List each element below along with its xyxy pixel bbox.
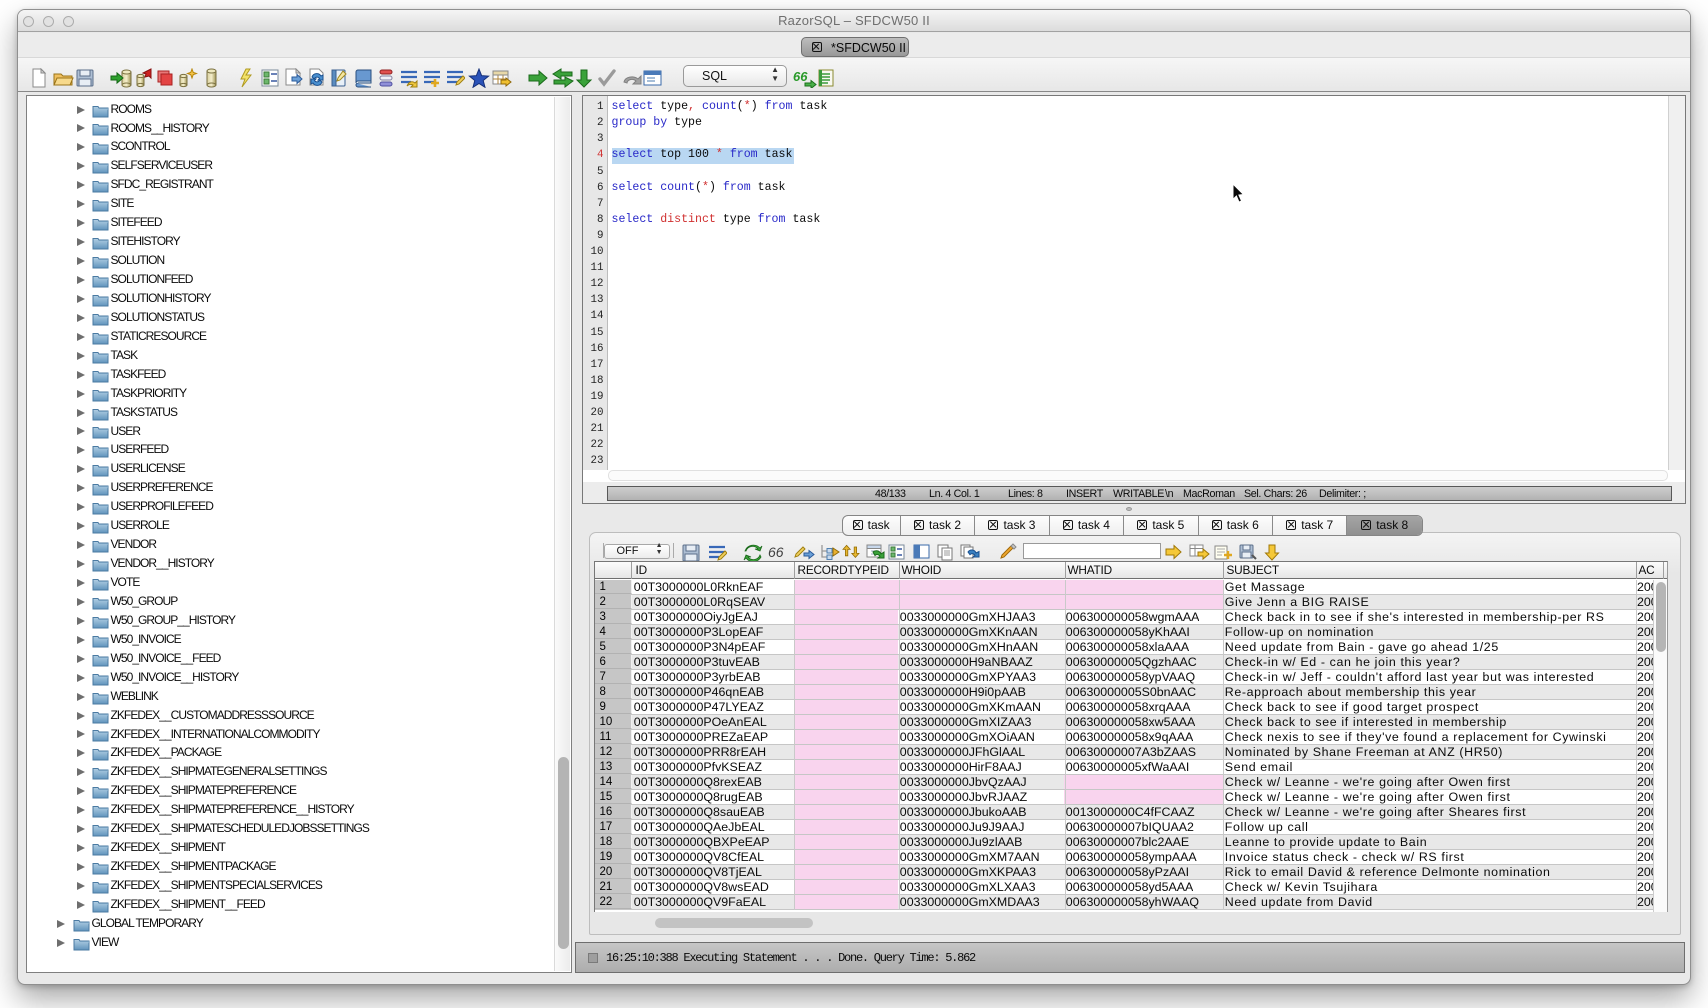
svg-text:66: 66: [768, 544, 784, 560]
svg-text:66: 66: [793, 69, 808, 84]
